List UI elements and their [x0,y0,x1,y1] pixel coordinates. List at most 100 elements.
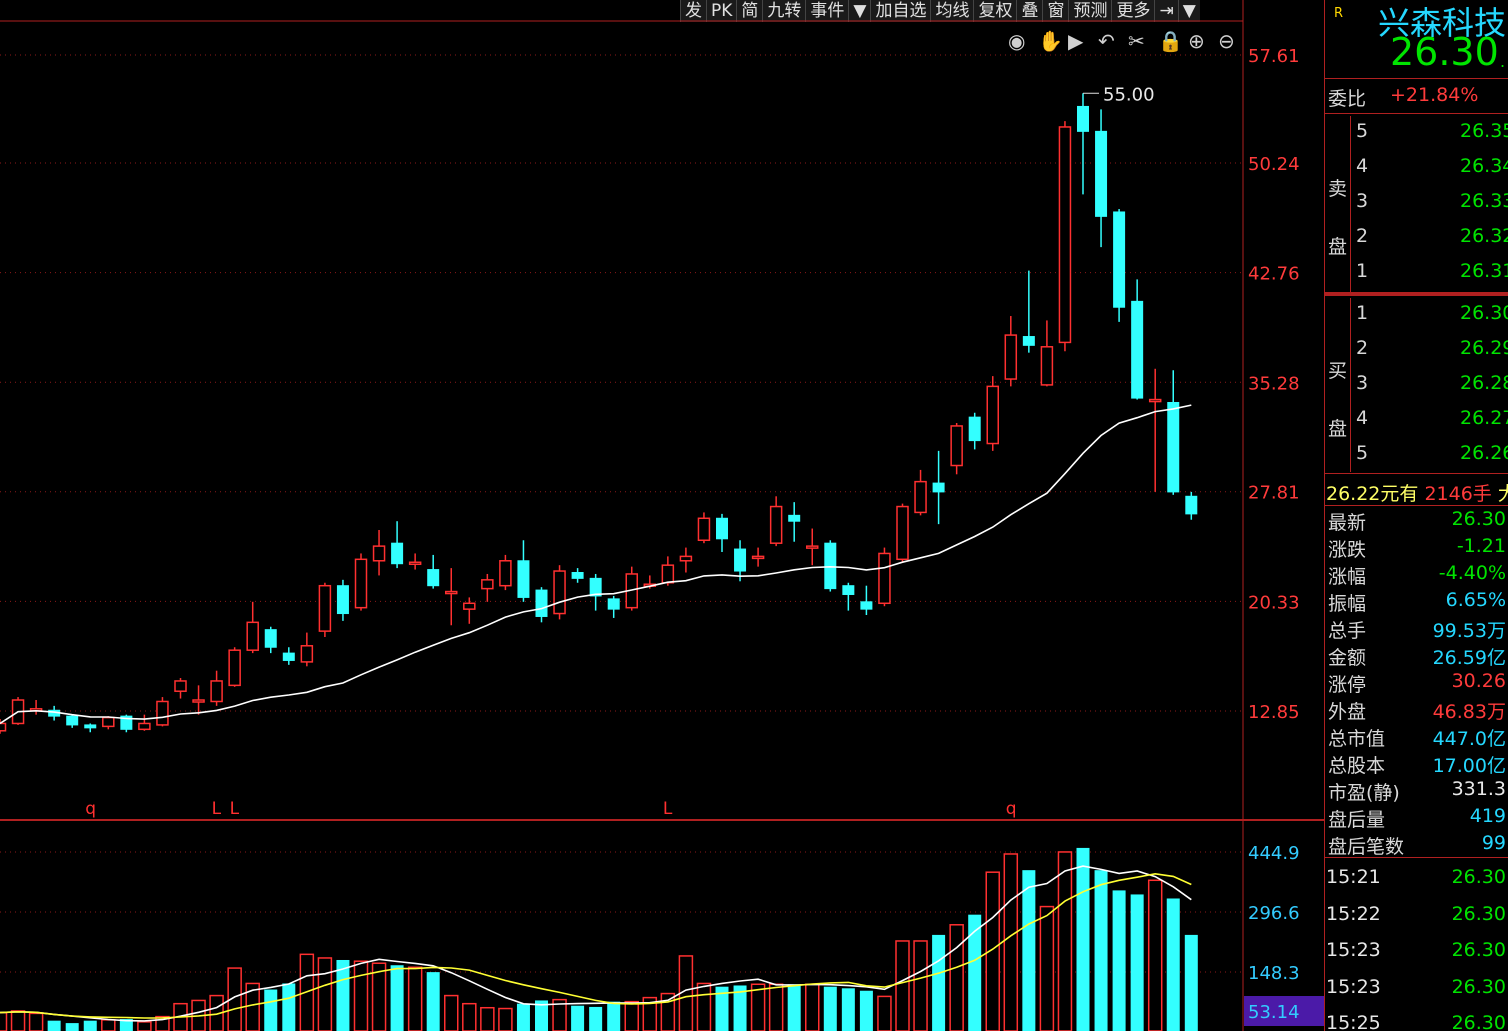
candle-body[interactable] [932,482,945,493]
candle-body[interactable] [824,542,837,590]
price-tick-label: 20.33 [1248,592,1300,613]
candle-body[interactable] [354,558,368,609]
candle-body[interactable] [463,602,476,610]
signal-marker: L [212,799,222,819]
hand-icon[interactable]: ✋ [1038,29,1063,53]
candle-body[interactable] [986,385,999,445]
candle-body[interactable] [716,517,728,540]
price-ma-line [0,404,1192,725]
candle-body[interactable] [571,572,584,579]
candle-body[interactable] [914,480,927,514]
candle-body[interactable] [1077,105,1089,132]
candle-body[interactable] [0,722,7,732]
candle-body[interactable] [679,555,693,562]
candle-body[interactable] [138,722,151,731]
candle-body[interactable] [1167,401,1180,493]
eye-icon[interactable]: ◉ [1008,29,1025,53]
buy-level: 4 [1356,407,1369,429]
candle-body[interactable] [517,560,530,598]
candle-body[interactable] [842,585,855,595]
tick-time: 15:25 [1326,1012,1381,1031]
candle-body[interactable] [751,555,765,560]
volume-bar [805,983,820,1031]
candle-body[interactable] [1022,336,1035,346]
candle-body[interactable] [1004,334,1018,380]
candle-body[interactable] [499,560,512,587]
candle-body[interactable] [806,545,819,549]
candle-body[interactable] [968,416,981,442]
sell-price: 26.31 [1460,260,1508,282]
candle-body[interactable] [282,652,295,661]
volume-bar [607,1001,621,1031]
candle-body[interactable] [1113,211,1126,308]
candle-body[interactable] [896,505,909,561]
candle-body[interactable] [950,425,963,467]
candle-body[interactable] [553,570,566,615]
candle-body[interactable] [246,621,259,651]
candle-body[interactable] [734,548,747,572]
volume-bar [444,994,459,1031]
candle-body[interactable] [1095,130,1108,217]
candle-body[interactable] [788,514,801,522]
volume-current-label: 53.14 [1248,1002,1300,1023]
candle-body[interactable] [228,649,241,687]
candle-body[interactable] [769,505,783,544]
stat-label: 最新 [1328,512,1367,534]
candle-body[interactable] [445,590,458,595]
volume-bar [660,992,676,1031]
candle-body[interactable] [210,680,223,703]
sell-side-label: 卖 盘 [1328,160,1347,276]
candle-body[interactable] [372,545,386,562]
tick-price: 26.30 [1451,939,1506,961]
play-icon[interactable]: ▶ [1068,29,1084,53]
volume-bar [498,1007,513,1031]
undo-icon[interactable]: ↶ [1098,29,1115,53]
candle-body[interactable] [408,561,422,565]
candle-body[interactable] [481,579,494,590]
high-annotation-label: 55.00 [1103,84,1155,105]
candle-body[interactable] [535,589,548,617]
signal-marker: L [663,799,673,819]
zoom-in-icon[interactable]: ⊕ [1188,29,1205,53]
candle-body[interactable] [1058,126,1072,344]
candle-body[interactable] [102,716,115,728]
sell-level: 2 [1356,225,1369,247]
candle-body[interactable] [336,585,349,615]
kline-chart[interactable]: 57.61 50.24 42.76 35.28 27.81 20.33 12.85 55.00… [0,0,1324,1031]
candle-body[interactable] [607,598,620,610]
zoom-out-icon[interactable]: ⊖ [1218,29,1235,53]
candle-body[interactable] [318,584,332,632]
candle-body[interactable] [391,542,404,565]
candle-body[interactable] [264,629,277,648]
candle-body[interactable] [661,564,675,584]
candle-body[interactable] [1040,346,1054,386]
stat-label: 外盘 [1328,701,1367,723]
candle-body[interactable] [878,552,891,605]
stat-value: 99 [1481,832,1506,854]
lock-icon[interactable]: 🔒 [1158,29,1183,53]
scissors-icon[interactable]: ✂ [1128,29,1145,53]
tick-price: 26.30 [1451,866,1506,888]
candle-body[interactable] [156,700,169,726]
volume-bar [480,1006,495,1031]
candle-body[interactable] [1148,398,1162,403]
stat-value: 419 [1469,805,1506,827]
sell-price: 26.32 [1460,225,1508,247]
candle-body[interactable] [174,680,187,692]
candle-body[interactable] [427,569,440,587]
candle-body[interactable] [589,577,602,597]
stat-value: 17.00亿 [1432,755,1506,777]
candle-body[interactable] [697,517,711,542]
candle-body[interactable] [1131,300,1144,399]
candle-body[interactable] [1185,495,1198,515]
candle-body[interactable] [300,645,314,663]
candle-body[interactable] [192,699,205,703]
candle-body[interactable] [84,724,97,729]
volume-bar [949,924,964,1031]
candle-body[interactable] [860,601,873,610]
volume-bar [1022,870,1036,1031]
separator [1324,857,1508,858]
volume-bar [47,1020,61,1031]
volume-bar [1147,879,1163,1031]
candle-body[interactable] [66,715,79,726]
